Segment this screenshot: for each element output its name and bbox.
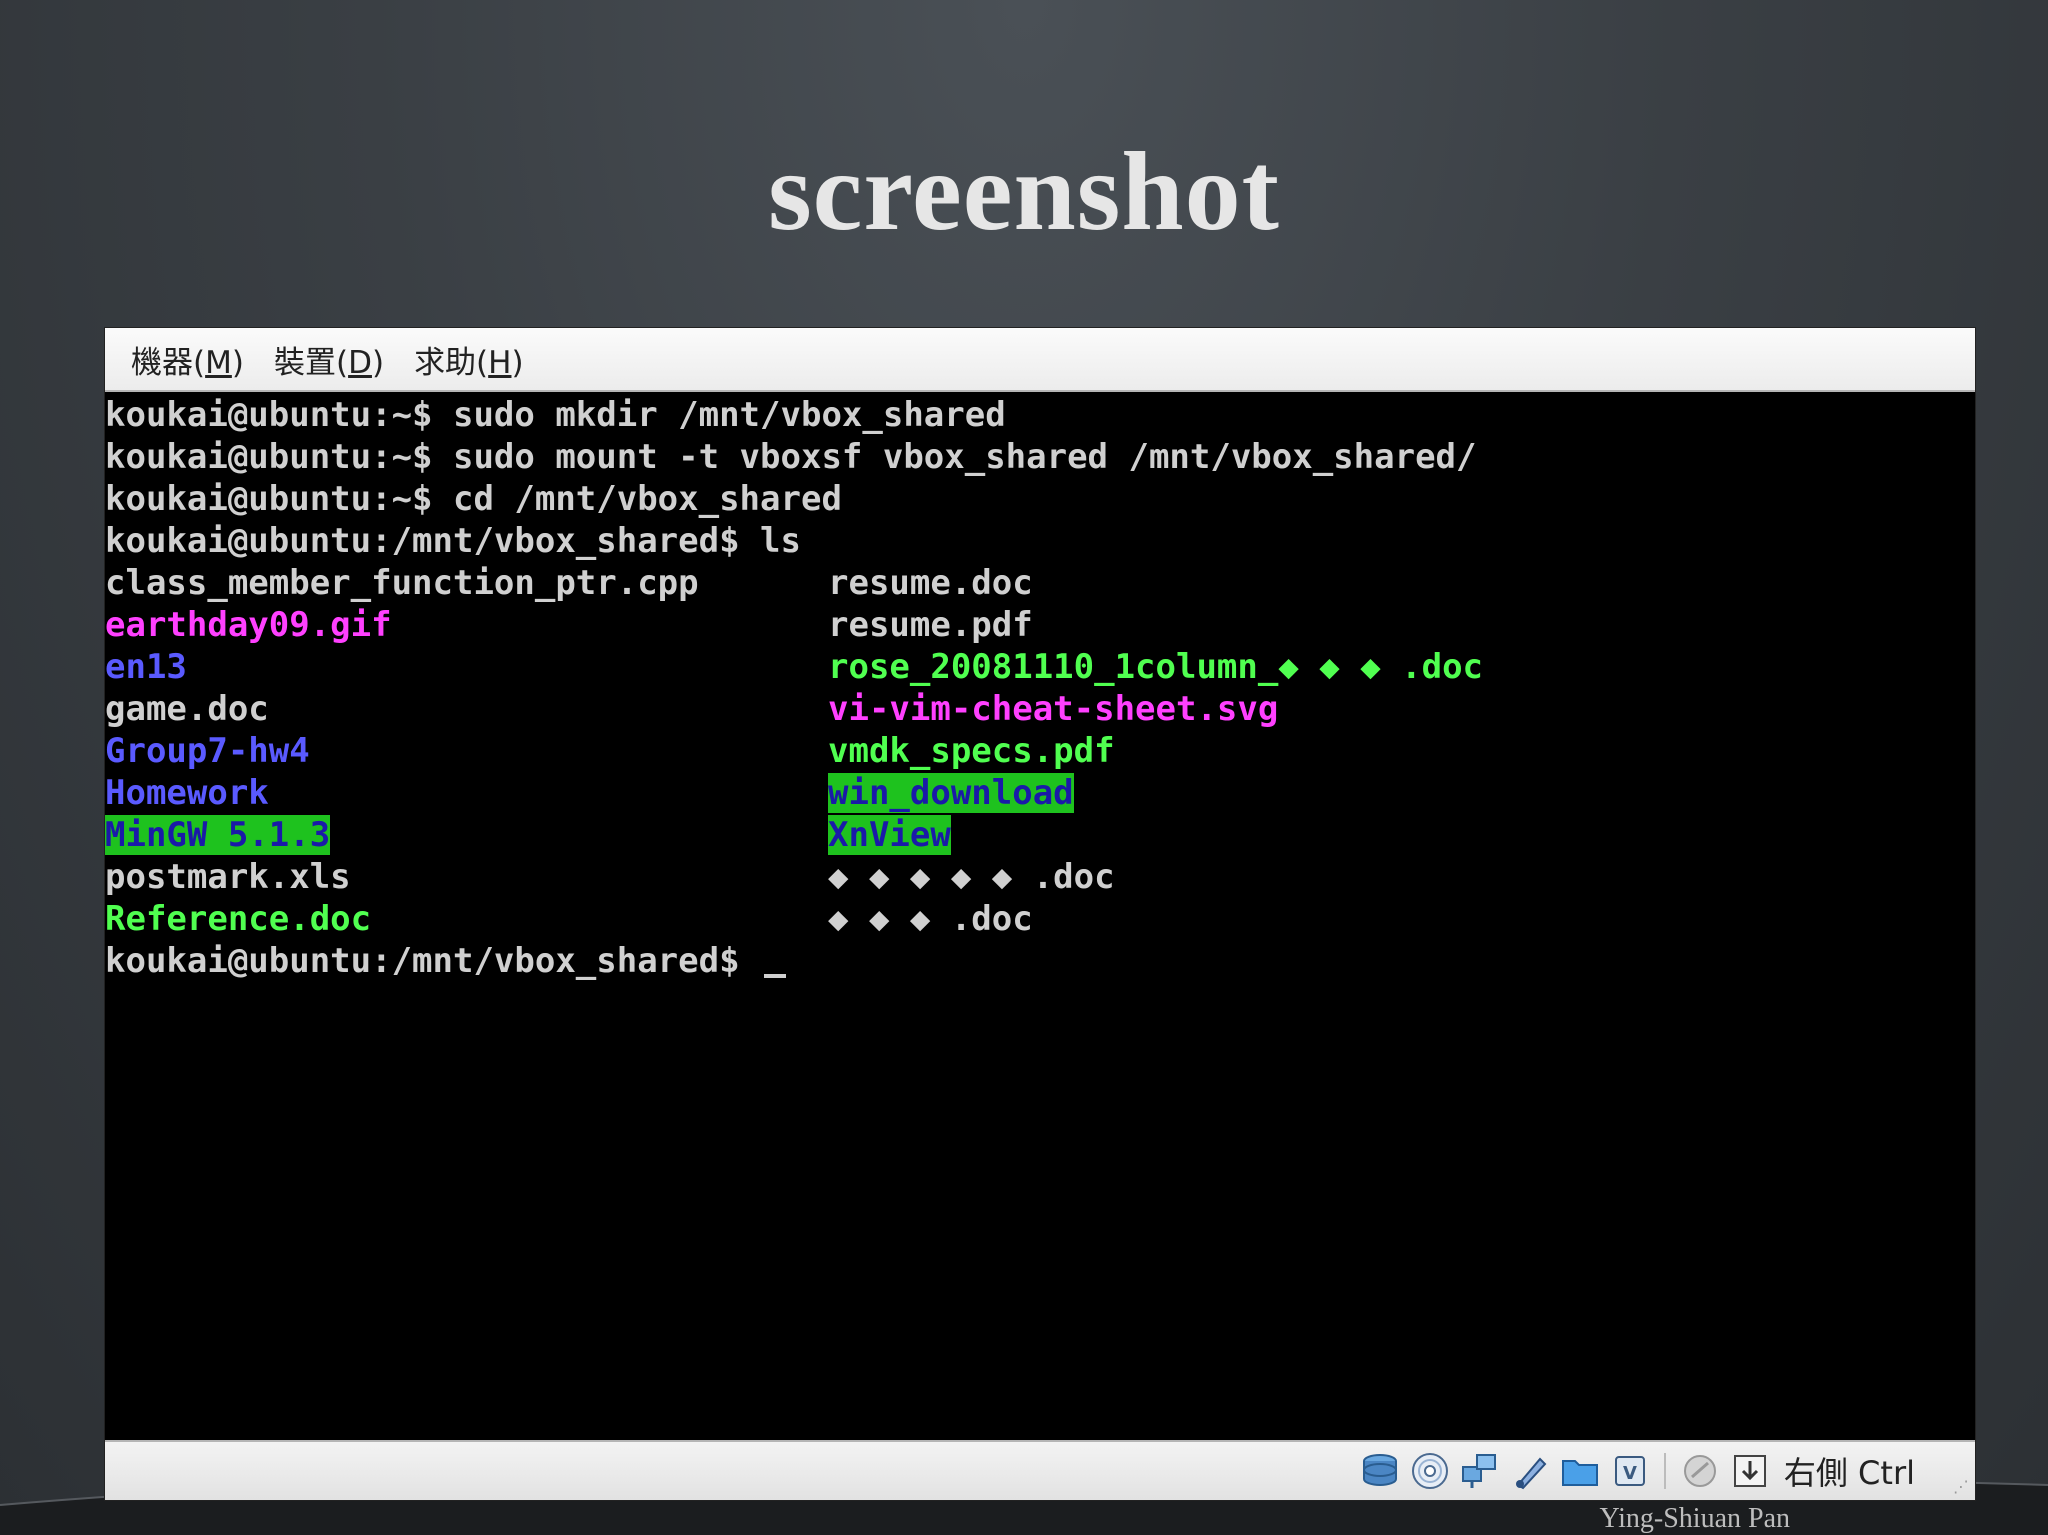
file-name: ◆ ◆ ◆ ◆ ◆ .doc — [828, 857, 1115, 897]
host-key-label: 右側 Ctrl — [1783, 1454, 1915, 1492]
file-entry: win_download — [828, 772, 1074, 814]
file-entry: resume.doc — [828, 562, 1033, 604]
usb-icon[interactable] — [1510, 1451, 1550, 1491]
file-entry: Reference.doc — [105, 898, 371, 940]
menu-help[interactable]: 求助(H) — [402, 333, 536, 386]
file-name: rose_20081110_1column_◆ ◆ ◆ .doc — [828, 647, 1484, 687]
file-name: resume.doc — [828, 563, 1033, 603]
file-entry: resume.pdf — [828, 604, 1033, 646]
file-name: MinGW 5.1.3 — [105, 815, 331, 855]
file-name: resume.pdf — [828, 605, 1033, 645]
file-entry: XnView — [828, 814, 951, 856]
file-entry: rose_20081110_1column_◆ ◆ ◆ .doc — [828, 646, 1483, 688]
file-name: vi-vim-cheat-sheet.svg — [828, 689, 1279, 729]
slide-title: screenshot — [768, 130, 1280, 254]
file-entry: postmark.xls — [105, 856, 351, 898]
file-name: game.doc — [105, 689, 269, 729]
resize-grip[interactable]: ⋰ — [1953, 1477, 1969, 1496]
file-name: XnView — [828, 815, 951, 855]
hard-disk-icon[interactable] — [1360, 1451, 1400, 1491]
mouse-integration-icon[interactable] — [1680, 1451, 1720, 1491]
file-entry: game.doc — [105, 688, 269, 730]
menubar: 機器(M) 裝置(D) 求助(H) — [105, 328, 1975, 392]
statusbar-separator — [1663, 1453, 1666, 1489]
author-credit: Ying-Shiuan Pan — [1599, 1503, 1790, 1534]
file-name: vmdk_specs.pdf — [828, 731, 1115, 771]
file-entry: Group7-hw4 — [105, 730, 310, 772]
svg-text:V: V — [1623, 1463, 1637, 1484]
file-entry: class_member_function_ptr.cpp — [105, 562, 699, 604]
file-name: ◆ ◆ ◆ .doc — [828, 899, 1033, 939]
terminal-command-line: koukai@ubuntu:~$ cd /mnt/vbox_shared — [105, 479, 842, 519]
terminal-console[interactable]: koukai@ubuntu:~$ sudo mkdir /mnt/vbox_sh… — [105, 394, 1975, 1440]
file-entry: vi-vim-cheat-sheet.svg — [828, 688, 1278, 730]
virtualization-icon[interactable]: V — [1610, 1451, 1650, 1491]
file-name: en13 — [105, 647, 187, 687]
file-entry: vmdk_specs.pdf — [828, 730, 1115, 772]
cd-dvd-icon[interactable] — [1410, 1451, 1450, 1491]
file-entry: earthday09.gif — [105, 604, 392, 646]
menu-devices[interactable]: 裝置(D) — [262, 333, 396, 386]
file-name: Group7-hw4 — [105, 731, 310, 771]
terminal-command-line: koukai@ubuntu:~$ sudo mkdir /mnt/vbox_sh… — [105, 395, 1006, 435]
text-cursor — [764, 974, 787, 978]
terminal-command-line: koukai@ubuntu:~$ sudo mount -t vboxsf vb… — [105, 437, 1477, 477]
file-name: postmark.xls — [105, 857, 351, 897]
file-entry: Homework — [105, 772, 269, 814]
file-name: earthday09.gif — [105, 605, 392, 645]
file-entry: ◆ ◆ ◆ ◆ ◆ .doc — [828, 856, 1115, 898]
virtualbox-window: 機器(M) 裝置(D) 求助(H) koukai@ubuntu:~$ sudo … — [105, 328, 1975, 1500]
terminal-prompt: koukai@ubuntu:/mnt/vbox_shared$ — [105, 941, 761, 981]
file-entry: ◆ ◆ ◆ .doc — [828, 898, 1033, 940]
terminal-prompt-line[interactable]: koukai@ubuntu:/mnt/vbox_shared$ — [105, 940, 787, 982]
statusbar: V 右側 Ctrl ⋰ — [105, 1440, 1975, 1500]
host-key-arrow-icon — [1733, 1455, 1766, 1487]
menu-machine[interactable]: 機器(M) — [119, 333, 256, 386]
network-icon[interactable] — [1460, 1451, 1500, 1491]
file-name: class_member_function_ptr.cpp — [105, 563, 699, 603]
terminal-command-line: koukai@ubuntu:/mnt/vbox_shared$ ls — [105, 521, 801, 561]
shared-folder-icon[interactable] — [1560, 1451, 1600, 1491]
file-name: Reference.doc — [105, 899, 372, 939]
file-name: win_download — [828, 773, 1074, 813]
file-entry: MinGW 5.1.3 — [105, 814, 331, 856]
file-entry: en13 — [105, 646, 187, 688]
file-name: Homework — [105, 773, 269, 813]
